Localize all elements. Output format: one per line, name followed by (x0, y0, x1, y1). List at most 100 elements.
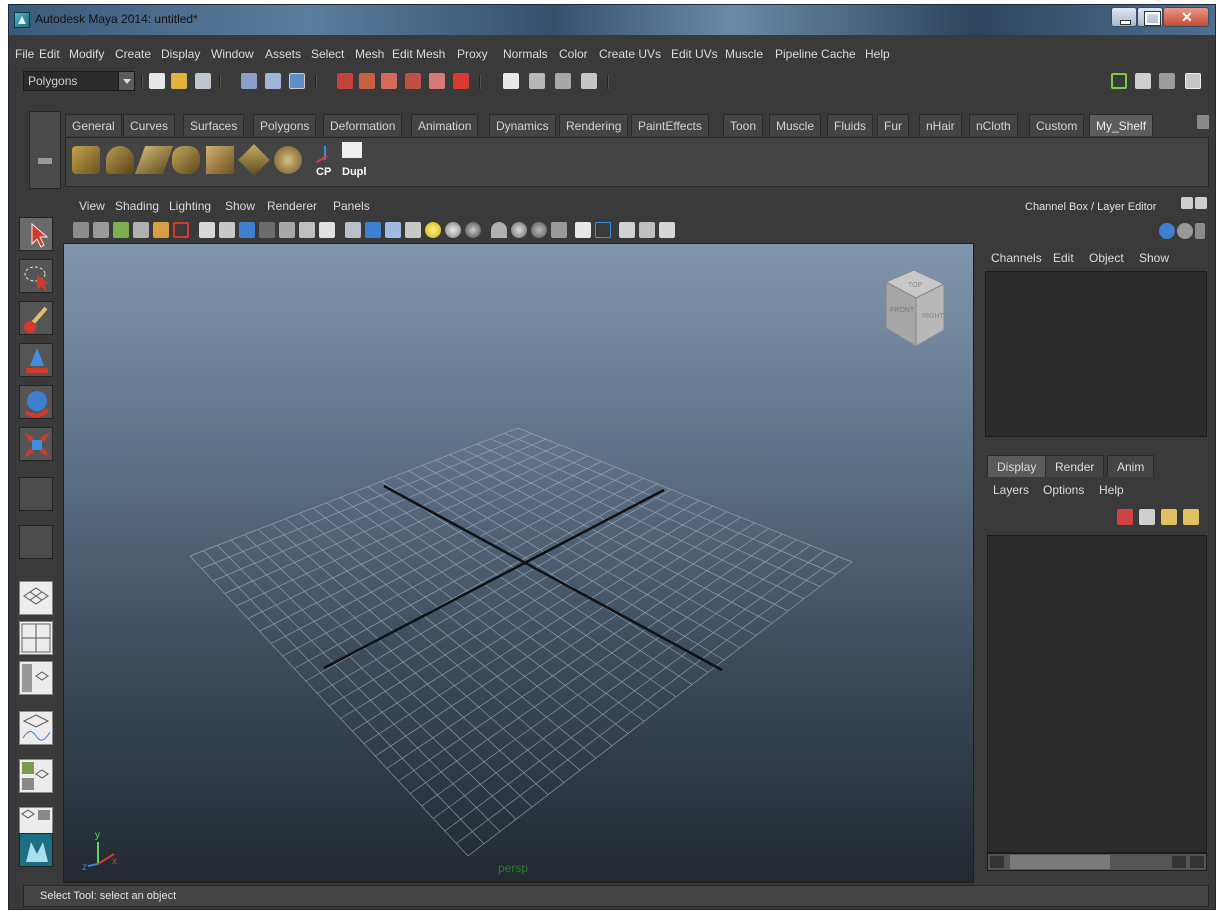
field-chart-icon[interactable] (279, 222, 295, 238)
cb-menu-channels[interactable]: Channels (991, 251, 1042, 265)
wireframe-on-shaded-icon[interactable] (385, 222, 401, 238)
poly-plane-icon[interactable] (134, 146, 174, 174)
menu-create[interactable]: Create (115, 47, 151, 61)
select-by-object-icon[interactable] (265, 73, 281, 89)
gate-mask-icon[interactable] (259, 222, 275, 238)
shelf-tab-fluids[interactable]: Fluids (827, 114, 874, 136)
open-scene-icon[interactable] (171, 73, 187, 89)
view-cube[interactable]: TOP FRONT RIGHT (874, 262, 954, 354)
layer-list[interactable] (987, 535, 1207, 853)
lasso-tool[interactable] (19, 259, 53, 293)
cb-menu-show[interactable]: Show (1139, 251, 1169, 265)
hypershade-layout-button[interactable] (19, 759, 53, 793)
layer-tab-render[interactable]: Render (1045, 455, 1105, 477)
perspective-viewport[interactable]: TOP FRONT RIGHT y x z persp (63, 243, 974, 883)
isolate-select-icon[interactable] (491, 222, 507, 238)
select-by-component-icon[interactable] (289, 73, 305, 89)
menu-assets[interactable]: Assets (265, 47, 301, 61)
menu-edit[interactable]: Edit (39, 47, 60, 61)
menu-create-uvs[interactable]: Create UVs (599, 47, 661, 61)
shelf-tab-curves[interactable]: Curves (123, 114, 176, 136)
paint-select-tool[interactable] (19, 301, 53, 335)
shelf-tab-ncloth[interactable]: nCloth (969, 114, 1018, 136)
menu-color[interactable]: Color (559, 47, 588, 61)
shelf-tab-animation[interactable]: Animation (411, 114, 479, 136)
magnet-icon[interactable] (453, 73, 469, 89)
menu-display[interactable]: Display (161, 47, 200, 61)
panel-menu-renderer[interactable]: Renderer (267, 199, 317, 213)
scroll-right-button[interactable] (1190, 856, 1204, 868)
anti-aliasing-icon[interactable] (551, 222, 567, 238)
close-button[interactable] (1163, 7, 1209, 27)
snap-to-live-icon[interactable] (429, 73, 445, 89)
layer-menu-options[interactable]: Options (1043, 483, 1084, 497)
textured-icon[interactable] (405, 222, 421, 238)
menu-edit-mesh[interactable]: Edit Mesh (392, 47, 445, 61)
shelf-tab-rendering[interactable]: Rendering (559, 114, 629, 136)
render-frame-icon[interactable] (529, 73, 545, 89)
shelf-tab-painteffects[interactable]: PaintEffects (631, 114, 709, 136)
snap-to-point-icon[interactable] (381, 73, 397, 89)
layer-menu-help[interactable]: Help (1099, 483, 1124, 497)
shelf-button-dupl-label[interactable]: Dupl (342, 166, 366, 178)
image-plane-icon[interactable] (133, 222, 149, 238)
depth-of-field-icon[interactable] (575, 222, 591, 238)
bookmarks-icon[interactable] (113, 222, 129, 238)
graph-editor-layout-button[interactable] (19, 711, 53, 745)
menu-proxy[interactable]: Proxy (457, 47, 488, 61)
wireframe-icon[interactable] (345, 222, 361, 238)
xray-joints-icon[interactable] (619, 222, 635, 238)
layer-tab-anim[interactable]: Anim (1107, 455, 1155, 477)
shelf-tab-my-shelf[interactable]: My_Shelf (1089, 114, 1154, 136)
layer-list-scrollbar[interactable] (987, 853, 1207, 871)
scroll-thumb[interactable] (1010, 855, 1110, 869)
attribute-editor-toggle-icon[interactable] (1177, 223, 1193, 239)
snap-to-grid-icon[interactable] (337, 73, 353, 89)
shadows-icon[interactable] (445, 222, 461, 238)
shelf-tab-muscle[interactable]: Muscle (769, 114, 822, 136)
smooth-shade-icon[interactable] (365, 222, 381, 238)
scroll-left-button[interactable] (990, 856, 1004, 868)
resolution-gate-icon[interactable] (239, 222, 255, 238)
ipr-render-icon[interactable] (555, 73, 571, 89)
tool-settings-icon[interactable] (1159, 73, 1175, 89)
snap-to-curve-icon[interactable] (359, 73, 375, 89)
move-tool[interactable] (19, 343, 53, 377)
film-gate-icon[interactable] (219, 222, 235, 238)
close-panel-icon[interactable] (1195, 197, 1207, 209)
maximize-button[interactable] (1137, 7, 1163, 27)
cb-menu-object[interactable]: Object (1089, 251, 1124, 265)
menu-edit-uvs[interactable]: Edit UVs (671, 47, 718, 61)
scale-tool[interactable] (19, 427, 53, 461)
cb-menu-edit[interactable]: Edit (1053, 251, 1074, 265)
layer-tab-display[interactable]: Display (987, 455, 1047, 477)
chevron-down-icon[interactable] (118, 72, 134, 90)
snap-to-view-plane-icon[interactable] (405, 73, 421, 89)
shelf-tab-polygons[interactable]: Polygons (253, 114, 317, 136)
render-settings-icon[interactable] (581, 73, 597, 89)
shelf-tab-deformation[interactable]: Deformation (323, 114, 403, 136)
outliner-persp-layout-button[interactable] (19, 661, 53, 695)
bevel-icon[interactable] (206, 146, 234, 174)
shelf-menu-button[interactable] (29, 111, 61, 189)
four-view-layout-button[interactable] (19, 621, 53, 655)
shelf-tab-surfaces[interactable]: Surfaces (183, 114, 245, 136)
extrude-icon[interactable] (172, 146, 200, 174)
menu-pipeline-cache[interactable]: Pipeline Cache (775, 47, 856, 61)
modeling-toolkit-icon[interactable] (1111, 73, 1127, 89)
save-scene-icon[interactable] (195, 73, 211, 89)
move-layer-up-icon[interactable] (1117, 509, 1133, 525)
menu-modify[interactable]: Modify (69, 47, 104, 61)
shelf-tab-custom[interactable]: Custom (1029, 114, 1085, 136)
duplicate-icon[interactable] (342, 142, 362, 158)
maya-logo-button[interactable] (19, 833, 53, 867)
new-layer-selected-icon[interactable] (1183, 509, 1199, 525)
shelf-tab-fur[interactable]: Fur (877, 114, 909, 136)
menu-select[interactable]: Select (311, 47, 344, 61)
scroll-left-arrow-button[interactable] (1172, 856, 1186, 868)
select-tool[interactable] (19, 217, 53, 251)
menu-set-dropdown[interactable]: Polygons (23, 71, 135, 91)
panel-menu-lighting[interactable]: Lighting (169, 199, 211, 213)
trash-icon[interactable] (1197, 115, 1209, 129)
panel-menu-shading[interactable]: Shading (115, 199, 159, 213)
